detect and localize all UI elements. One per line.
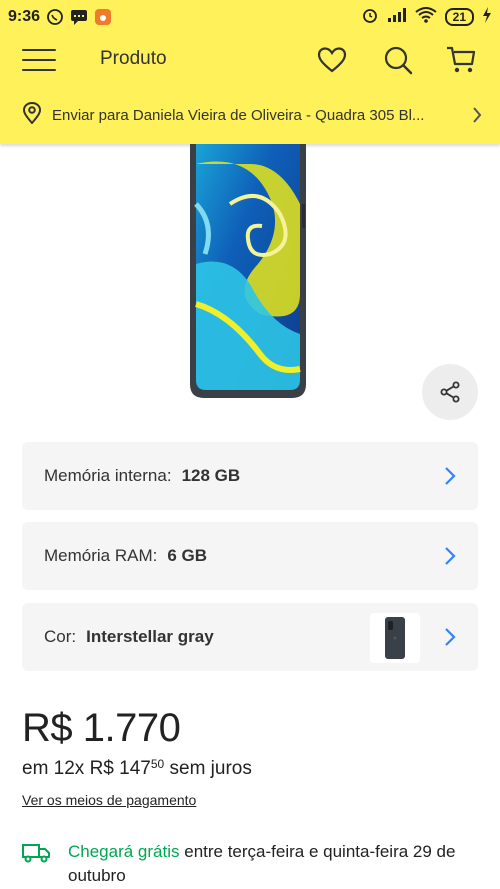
search-button[interactable] [382,44,414,76]
installment-suffix: sem juros [164,758,252,779]
shipping-address-text: Enviar para Daniela Vieira de Oliveira -… [52,106,425,124]
color-thumbnail [370,613,420,663]
favorites-button[interactable] [316,44,348,76]
page-title: Produto [100,48,167,69]
shipping-address-bar[interactable]: Enviar para Daniela Vieira de Oliveira -… [0,86,500,144]
installments-info: em 12x R$ 14750 sem juros [22,757,252,780]
chevron-right-icon [472,107,482,128]
variant-color[interactable]: Cor: Interstellar gray [22,603,478,671]
delivery-free-label: Chegará grátis [68,842,180,861]
app-notification-icon [94,8,112,26]
menu-button[interactable] [22,46,56,74]
location-pin-icon [22,101,42,129]
variant-value: 6 GB [167,546,208,565]
chevron-right-icon [444,546,456,571]
truck-icon [22,840,50,888]
variant-ram[interactable]: Memória RAM: 6 GB [22,522,478,590]
wifi-icon [415,6,437,28]
message-icon [70,8,88,26]
cart-button[interactable] [445,44,477,76]
installment-cents: 50 [150,757,165,771]
hamburger-line [22,69,56,71]
heart-icon [317,47,347,73]
status-bar: 9:36 21 [0,0,500,34]
payment-methods-link[interactable]: Ver os meios de pagamento [22,792,196,808]
chevron-right-icon [444,627,456,652]
search-icon [384,46,413,75]
variant-label: Cor: [44,627,77,646]
chevron-right-icon [444,466,456,491]
whatsapp-icon [46,8,64,26]
hamburger-line [22,59,56,61]
status-time: 9:36 [8,8,41,25]
hamburger-icon [22,49,56,51]
delivery-text: Chegará grátis entre terça-feira e quint… [68,840,488,888]
alarm-icon [361,6,379,29]
battery-indicator: 21 [444,8,474,26]
installment-prefix: em 12x R$ 147 [22,758,151,779]
variant-label: Memória RAM: [44,546,158,565]
share-button[interactable] [422,364,478,420]
variant-internal-memory[interactable]: Memória interna: 128 GB [22,442,478,510]
variant-value: 128 GB [181,466,241,485]
app-header: Produto [0,34,500,86]
price: R$ 1.770 [22,706,181,750]
cart-icon [447,46,476,73]
delivery-info: Chegará grátis entre terça-feira e quint… [22,840,488,888]
charging-icon [482,6,492,28]
variant-label: Memória interna: [44,466,172,485]
share-icon [440,381,460,403]
variant-value: Interstellar gray [86,627,214,646]
signal-icon [387,7,407,28]
